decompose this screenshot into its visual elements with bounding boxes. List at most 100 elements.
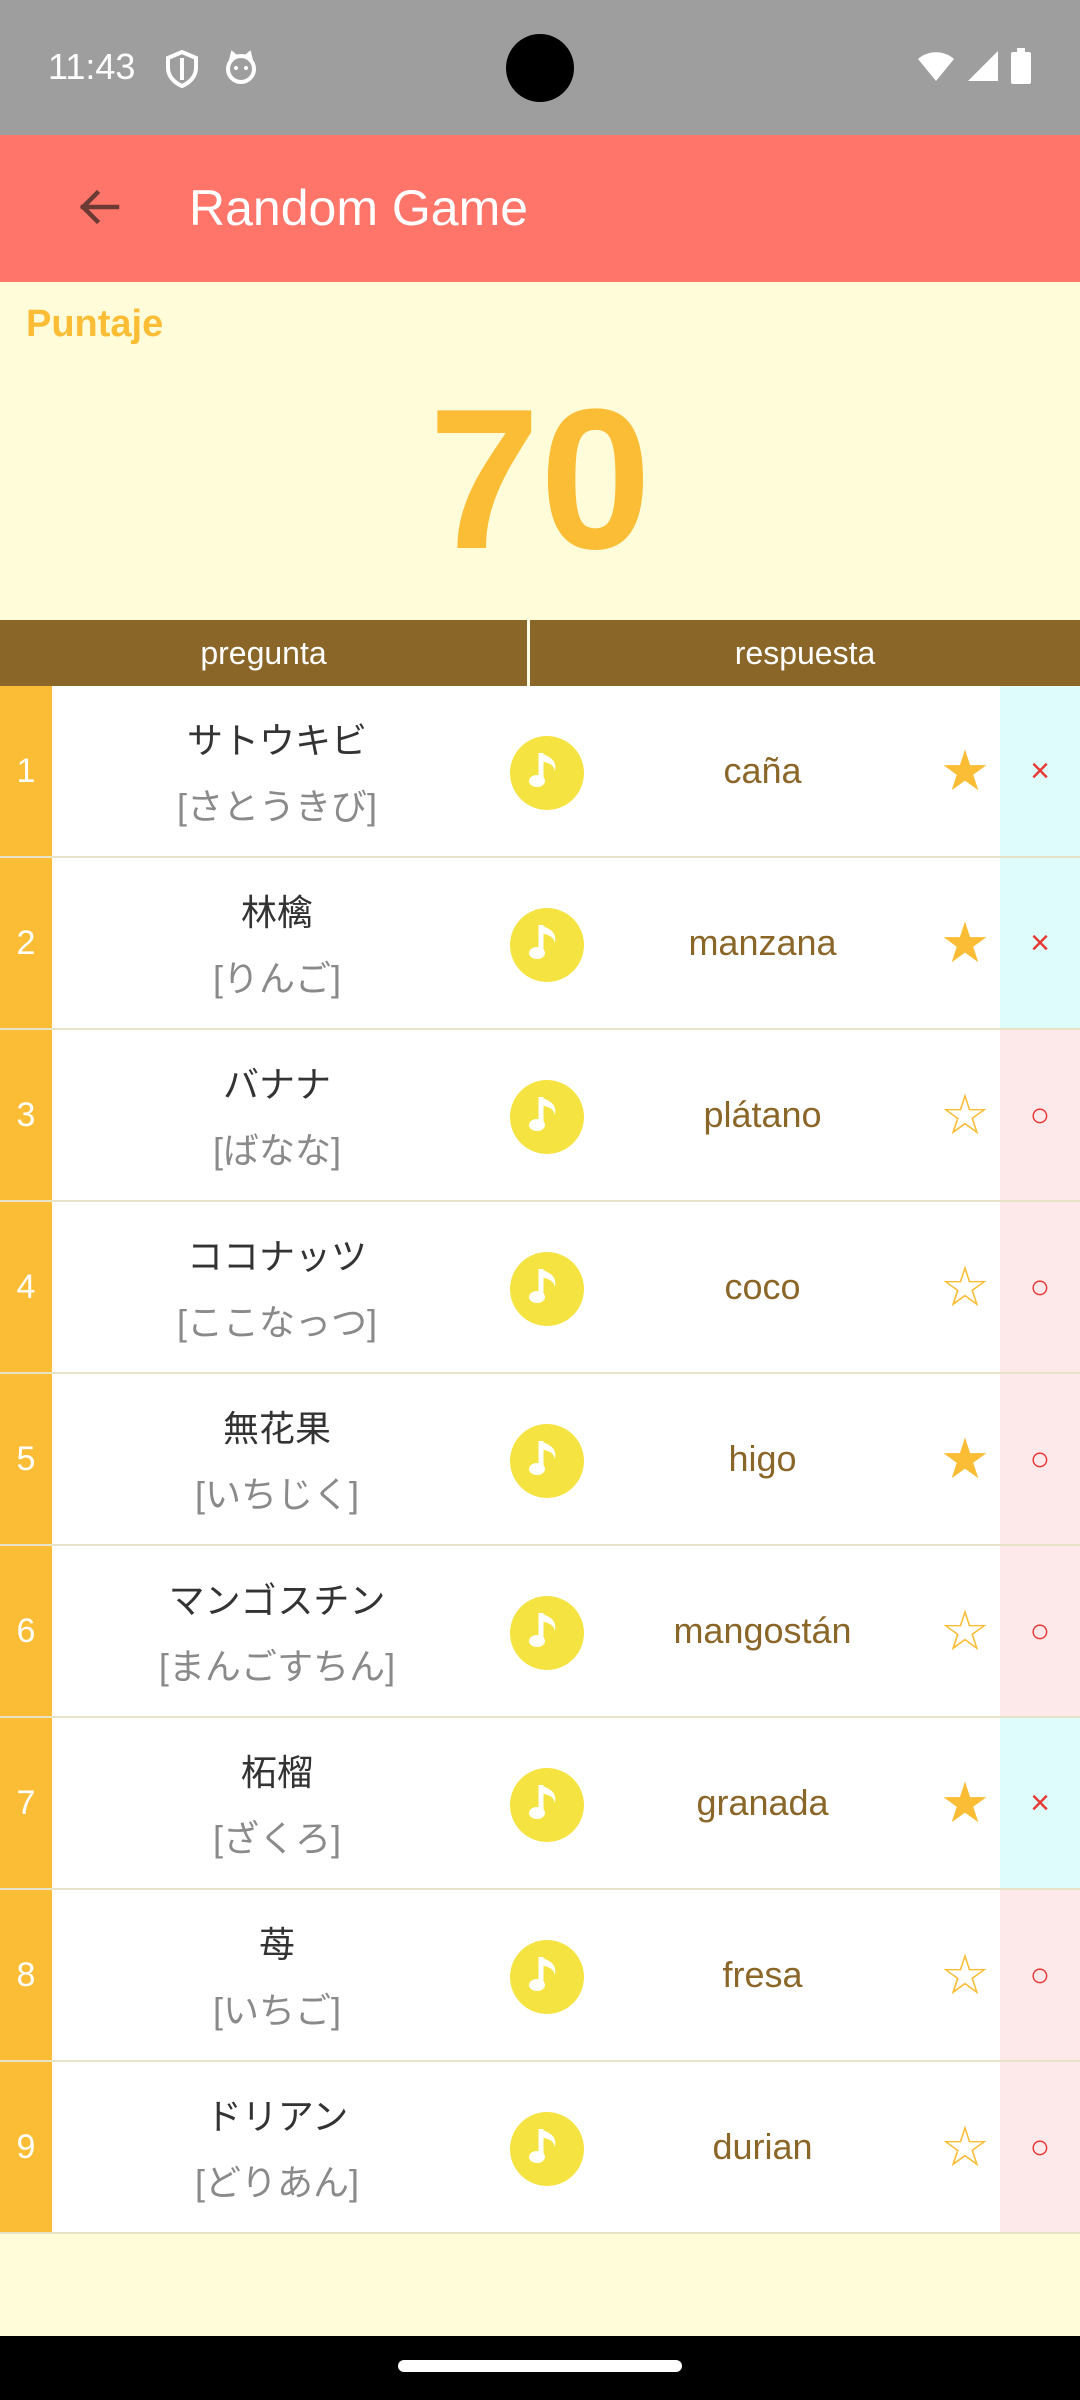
question-reading: [いちご] xyxy=(212,1990,341,2031)
list-item: 5 無花果 [いちじく] higo ★ ○ xyxy=(0,1374,1080,1546)
table-header: pregunta respuesta xyxy=(0,620,1080,686)
question-text: 無花果 xyxy=(222,1408,331,1449)
row-index: 4 xyxy=(0,1202,52,1372)
play-audio-button[interactable] xyxy=(510,2112,584,2186)
answer-text: manzana xyxy=(688,922,837,963)
star-icon[interactable]: ☆ xyxy=(935,1586,995,1676)
back-button[interactable] xyxy=(62,172,136,246)
answer-text: caña xyxy=(723,750,802,791)
star-icon[interactable]: ☆ xyxy=(935,1070,995,1160)
signal-icon xyxy=(966,49,1000,88)
play-audio-button[interactable] xyxy=(510,1768,584,1842)
app-bar: Random Game xyxy=(0,135,1080,282)
app-title: Random Game xyxy=(189,180,529,236)
answer-text: mangostán xyxy=(673,1610,852,1651)
navigation-bar xyxy=(0,2336,1080,2400)
question-reading: [まんごすちん] xyxy=(158,1646,396,1687)
music-note-icon xyxy=(527,1265,567,1314)
question-reading: [りんご] xyxy=(212,958,341,999)
row-index: 8 xyxy=(0,1890,52,2060)
result-mark: × xyxy=(1000,686,1080,856)
star-icon[interactable]: ☆ xyxy=(935,2102,995,2192)
music-note-icon xyxy=(527,1093,567,1142)
score-label: Puntaje xyxy=(26,303,164,345)
answer-text: fresa xyxy=(722,1954,803,1995)
star-icon[interactable]: ★ xyxy=(935,1414,995,1504)
question-text: 柘榴 xyxy=(240,1752,313,1793)
list-item: 4 ココナッツ [ここなっつ] coco ☆ ○ xyxy=(0,1202,1080,1374)
status-bar: 11:43 xyxy=(0,0,1080,135)
camera-cutout xyxy=(506,34,574,102)
music-note-icon xyxy=(527,1437,567,1486)
list-item: 8 苺 [いちご] fresa ☆ ○ xyxy=(0,1890,1080,2062)
header-question: pregunta xyxy=(0,620,530,686)
result-mark: ○ xyxy=(1000,1202,1080,1372)
row-index: 6 xyxy=(0,1546,52,1716)
list-item: 6 マンゴスチン [まんごすちん] mangostán ☆ ○ xyxy=(0,1546,1080,1718)
answer-text: granada xyxy=(696,1782,829,1823)
play-audio-button[interactable] xyxy=(510,1940,584,2014)
battery-icon xyxy=(1010,48,1032,89)
play-audio-button[interactable] xyxy=(510,1424,584,1498)
row-index: 5 xyxy=(0,1374,52,1544)
question-text: バナナ xyxy=(222,1064,331,1105)
star-icon[interactable]: ★ xyxy=(935,898,995,988)
row-index: 9 xyxy=(0,2062,52,2232)
row-index: 2 xyxy=(0,858,52,1028)
result-mark: ○ xyxy=(1000,1546,1080,1716)
list-item: 2 林檎 [りんご] manzana ★ × xyxy=(0,858,1080,1030)
star-icon[interactable]: ★ xyxy=(935,1758,995,1848)
question-reading: [ばなな] xyxy=(212,1130,341,1171)
wifi-icon xyxy=(916,49,956,88)
answer-text: plátano xyxy=(703,1094,822,1135)
play-audio-button[interactable] xyxy=(510,736,584,810)
home-gesture-handle[interactable] xyxy=(398,2360,682,2372)
list-item: 3 バナナ [ばなな] plátano ☆ ○ xyxy=(0,1030,1080,1202)
answer-text: coco xyxy=(724,1266,801,1307)
play-audio-button[interactable] xyxy=(510,1252,584,1326)
status-left-icons xyxy=(165,49,259,93)
score-value: 70 xyxy=(428,368,652,591)
question-text: ドリアン xyxy=(205,2096,349,2137)
row-index: 7 xyxy=(0,1718,52,1888)
shield-icon xyxy=(165,49,199,93)
music-note-icon xyxy=(527,2125,567,2174)
list-item: 1 サトウキビ [さとうきび] caña ★ × xyxy=(0,686,1080,858)
music-note-icon xyxy=(527,1609,567,1658)
question-reading: [ざくろ] xyxy=(212,1818,341,1859)
music-note-icon xyxy=(527,749,567,798)
play-audio-button[interactable] xyxy=(510,1596,584,1670)
star-icon[interactable]: ★ xyxy=(935,726,995,816)
question-reading: [ここなっつ] xyxy=(176,1302,377,1343)
results-list: 1 サトウキビ [さとうきび] caña ★ × 2 林檎 [りんご] manz… xyxy=(0,686,1080,2234)
play-audio-button[interactable] xyxy=(510,908,584,982)
star-icon[interactable]: ☆ xyxy=(935,1930,995,2020)
result-mark: ○ xyxy=(1000,1890,1080,2060)
question-text: マンゴスチン xyxy=(168,1580,386,1621)
question-text: 苺 xyxy=(258,1924,295,1965)
star-icon[interactable]: ☆ xyxy=(935,1242,995,1332)
result-mark: × xyxy=(1000,858,1080,1028)
question-text: ココナッツ xyxy=(186,1236,367,1277)
result-mark: × xyxy=(1000,1718,1080,1888)
result-mark: ○ xyxy=(1000,1030,1080,1200)
status-time: 11:43 xyxy=(48,46,136,87)
row-index: 3 xyxy=(0,1030,52,1200)
answer-text: higo xyxy=(728,1438,797,1479)
list-item: 7 柘榴 [ざくろ] granada ★ × xyxy=(0,1718,1080,1890)
music-note-icon xyxy=(527,921,567,970)
header-answer: respuesta xyxy=(734,634,876,671)
result-mark: ○ xyxy=(1000,2062,1080,2232)
music-note-icon xyxy=(527,1953,567,2002)
question-text: サトウキビ xyxy=(186,720,367,761)
question-text: 林檎 xyxy=(240,892,313,933)
music-note-icon xyxy=(527,1781,567,1830)
play-audio-button[interactable] xyxy=(510,1080,584,1154)
arrow-back-icon xyxy=(75,183,123,236)
question-reading: [いちじく] xyxy=(194,1474,359,1515)
list-item: 9 ドリアン [どりあん] durian ☆ ○ xyxy=(0,2062,1080,2234)
row-index: 1 xyxy=(0,686,52,856)
answer-text: durian xyxy=(712,2126,813,2167)
question-reading: [さとうきび] xyxy=(176,786,377,827)
cat-notification-icon xyxy=(223,50,259,93)
